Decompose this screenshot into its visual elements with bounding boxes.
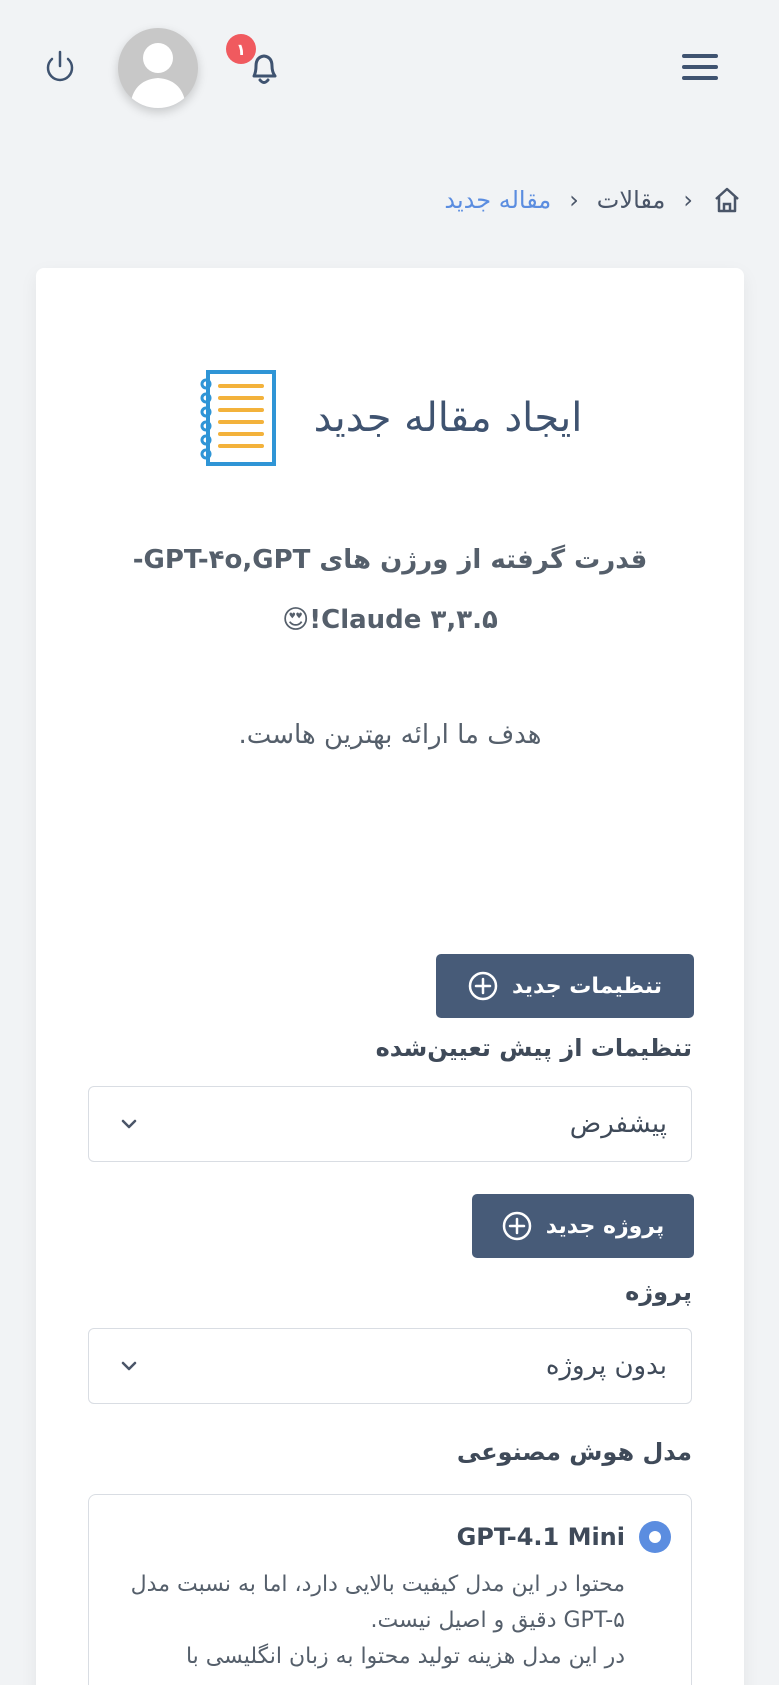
powered-by-line-1: قدرت گرفته از ورژن های GPT-۴o,GPT- [132,545,648,575]
new-article-card: ایجاد مقاله جدید قدرت گرفته از ورژن های … [36,268,744,1685]
ai-model-header: GPT-4.1 Mini [457,1521,671,1553]
plus-circle-icon [468,971,498,1001]
page-title: ایجاد مقاله جدید [313,395,583,441]
goal-text: هدف ما ارائه بهترین هاست. [238,720,542,750]
chevron-down-icon [121,1119,137,1129]
new-project-button[interactable]: پروژه جدید [472,1194,694,1258]
presets-selected-value: پیشفرض [569,1109,667,1139]
power-icon[interactable] [40,46,80,86]
ai-model-radio[interactable] [639,1521,671,1553]
user-icon [130,43,186,108]
project-select[interactable]: بدون پروژه [88,1328,692,1404]
avatar[interactable] [118,28,198,108]
plus-circle-icon [502,1211,532,1241]
breadcrumb-current: مقاله جدید [444,186,552,214]
ai-model-option[interactable]: GPT-4.1 Mini محتوا در این مدل کیفیت بالا… [88,1494,692,1685]
powered-by-line-2: ۳.۵,Claude ۳!😍 [96,590,684,650]
breadcrumb: ‹ مقالات ‹ مقاله جدید [444,180,743,220]
ai-model-name: GPT-4.1 Mini [456,1523,625,1551]
presets-select[interactable]: پیشفرض [88,1086,692,1162]
menu-icon[interactable] [682,54,718,82]
notebook-icon [200,370,276,466]
breadcrumb-articles[interactable]: مقالات [597,186,666,214]
breadcrumb-separator: ‹ [569,186,579,214]
breadcrumb-separator: ‹ [683,186,693,214]
ai-model-description-2: در این مدل هزینه تولید محتوا به زبان انگ… [185,1644,625,1669]
title-row: ایجاد مقاله جدید [36,368,744,468]
chevron-down-icon [121,1361,137,1371]
ai-model-description-1: محتوا در این مدل کیفیت بالایی دارد، اما … [130,1572,625,1633]
powered-by-line-2-text: ۳.۵,Claude ۳! [309,605,498,635]
project-label: پروژه [625,1278,692,1306]
heart-eyes-emoji: 😍 [282,605,310,635]
new-project-label: پروژه جدید [545,1213,665,1239]
ai-model-description: محتوا در این مدل کیفیت بالایی دارد، اما … [105,1567,625,1675]
presets-label: تنظیمات از پیش تعیین‌شده [375,1034,692,1062]
project-selected-value: بدون پروژه [545,1351,667,1381]
top-bar: ۱ [0,0,779,140]
ai-model-label: مدل هوش مصنوعی [456,1438,692,1466]
new-settings-label: تنظیمات جدید [512,973,662,999]
home-icon[interactable] [711,184,743,216]
powered-by-text: قدرت گرفته از ورژن های GPT-۴o,GPT- ۳.۵,C… [96,530,684,650]
new-settings-button[interactable]: تنظیمات جدید [436,954,694,1018]
notification-badge: ۱ [226,34,256,64]
